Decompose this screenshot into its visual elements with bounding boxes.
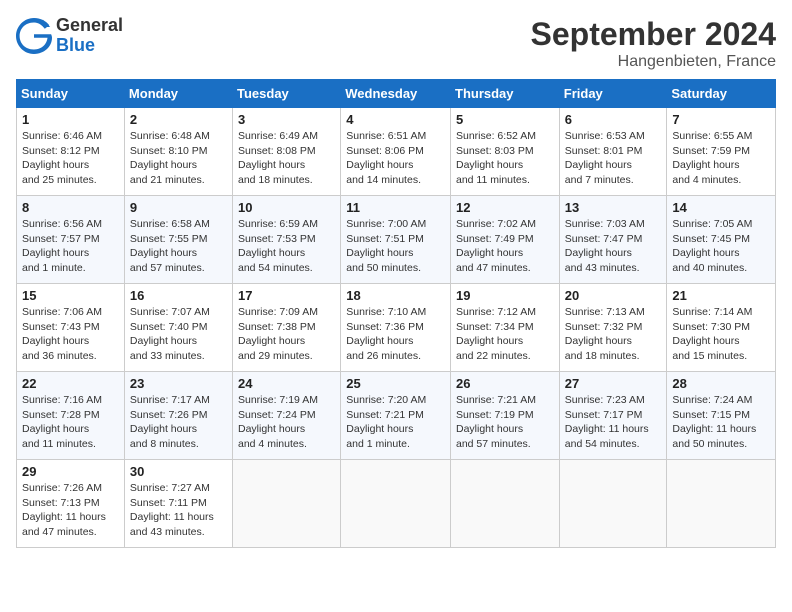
day-9: 9 Sunrise: 6:58 AMSunset: 7:55 PMDayligh… — [124, 196, 232, 284]
day-13: 13 Sunrise: 7:03 AMSunset: 7:47 PMDaylig… — [559, 196, 667, 284]
day-24: 24 Sunrise: 7:19 AMSunset: 7:24 PMDaylig… — [233, 372, 341, 460]
day-25: 25 Sunrise: 7:20 AMSunset: 7:21 PMDaylig… — [341, 372, 451, 460]
day-5: 5 Sunrise: 6:52 AMSunset: 8:03 PMDayligh… — [451, 108, 560, 196]
day-16: 16 Sunrise: 7:07 AMSunset: 7:40 PMDaylig… — [124, 284, 232, 372]
day-26: 26 Sunrise: 7:21 AMSunset: 7:19 PMDaylig… — [451, 372, 560, 460]
calendar-subtitle: Hangenbieten, France — [531, 53, 776, 71]
logo: General Blue — [16, 16, 123, 56]
day-4: 4 Sunrise: 6:51 AMSunset: 8:06 PMDayligh… — [341, 108, 451, 196]
day-11: 11 Sunrise: 7:00 AMSunset: 7:51 PMDaylig… — [341, 196, 451, 284]
day-3: 3 Sunrise: 6:49 AMSunset: 8:08 PMDayligh… — [233, 108, 341, 196]
day-12: 12 Sunrise: 7:02 AMSunset: 7:49 PMDaylig… — [451, 196, 560, 284]
col-friday: Friday — [559, 80, 667, 108]
logo-blue: Blue — [56, 36, 123, 56]
day-23: 23 Sunrise: 7:17 AMSunset: 7:26 PMDaylig… — [124, 372, 232, 460]
day-30: 30 Sunrise: 7:27 AMSunset: 7:11 PMDaylig… — [124, 460, 232, 548]
empty-cell — [667, 460, 776, 548]
calendar-header-row: Sunday Monday Tuesday Wednesday Thursday… — [17, 80, 776, 108]
empty-cell — [451, 460, 560, 548]
logo-icon — [16, 18, 52, 54]
day-2: 2 Sunrise: 6:48 AMSunset: 8:10 PMDayligh… — [124, 108, 232, 196]
day-10: 10 Sunrise: 6:59 AMSunset: 7:53 PMDaylig… — [233, 196, 341, 284]
title-block: September 2024 Hangenbieten, France — [531, 16, 776, 71]
day-17: 17 Sunrise: 7:09 AMSunset: 7:38 PMDaylig… — [233, 284, 341, 372]
table-row: 22 Sunrise: 7:16 AMSunset: 7:28 PMDaylig… — [17, 372, 776, 460]
calendar-table: Sunday Monday Tuesday Wednesday Thursday… — [16, 79, 776, 548]
table-row: 8 Sunrise: 6:56 AMSunset: 7:57 PMDayligh… — [17, 196, 776, 284]
table-row: 1 Sunrise: 6:46 AMSunset: 8:12 PMDayligh… — [17, 108, 776, 196]
day-27: 27 Sunrise: 7:23 AMSunset: 7:17 PMDaylig… — [559, 372, 667, 460]
day-28: 28 Sunrise: 7:24 AMSunset: 7:15 PMDaylig… — [667, 372, 776, 460]
day-21: 21 Sunrise: 7:14 AMSunset: 7:30 PMDaylig… — [667, 284, 776, 372]
col-wednesday: Wednesday — [341, 80, 451, 108]
empty-cell — [341, 460, 451, 548]
logo-general: General — [56, 16, 123, 36]
empty-cell — [233, 460, 341, 548]
day-7: 7 Sunrise: 6:55 AMSunset: 7:59 PMDayligh… — [667, 108, 776, 196]
day-14: 14 Sunrise: 7:05 AMSunset: 7:45 PMDaylig… — [667, 196, 776, 284]
empty-cell — [559, 460, 667, 548]
col-monday: Monday — [124, 80, 232, 108]
col-thursday: Thursday — [451, 80, 560, 108]
table-row: 15 Sunrise: 7:06 AMSunset: 7:43 PMDaylig… — [17, 284, 776, 372]
day-15: 15 Sunrise: 7:06 AMSunset: 7:43 PMDaylig… — [17, 284, 125, 372]
day-6: 6 Sunrise: 6:53 AMSunset: 8:01 PMDayligh… — [559, 108, 667, 196]
day-18: 18 Sunrise: 7:10 AMSunset: 7:36 PMDaylig… — [341, 284, 451, 372]
day-1: 1 Sunrise: 6:46 AMSunset: 8:12 PMDayligh… — [17, 108, 125, 196]
day-19: 19 Sunrise: 7:12 AMSunset: 7:34 PMDaylig… — [451, 284, 560, 372]
day-22: 22 Sunrise: 7:16 AMSunset: 7:28 PMDaylig… — [17, 372, 125, 460]
day-8: 8 Sunrise: 6:56 AMSunset: 7:57 PMDayligh… — [17, 196, 125, 284]
day-29: 29 Sunrise: 7:26 AMSunset: 7:13 PMDaylig… — [17, 460, 125, 548]
table-row: 29 Sunrise: 7:26 AMSunset: 7:13 PMDaylig… — [17, 460, 776, 548]
day-20: 20 Sunrise: 7:13 AMSunset: 7:32 PMDaylig… — [559, 284, 667, 372]
col-saturday: Saturday — [667, 80, 776, 108]
logo-text: General Blue — [56, 16, 123, 56]
col-tuesday: Tuesday — [233, 80, 341, 108]
col-sunday: Sunday — [17, 80, 125, 108]
calendar-title: September 2024 — [531, 16, 776, 53]
page-header: General Blue September 2024 Hangenbieten… — [16, 16, 776, 71]
